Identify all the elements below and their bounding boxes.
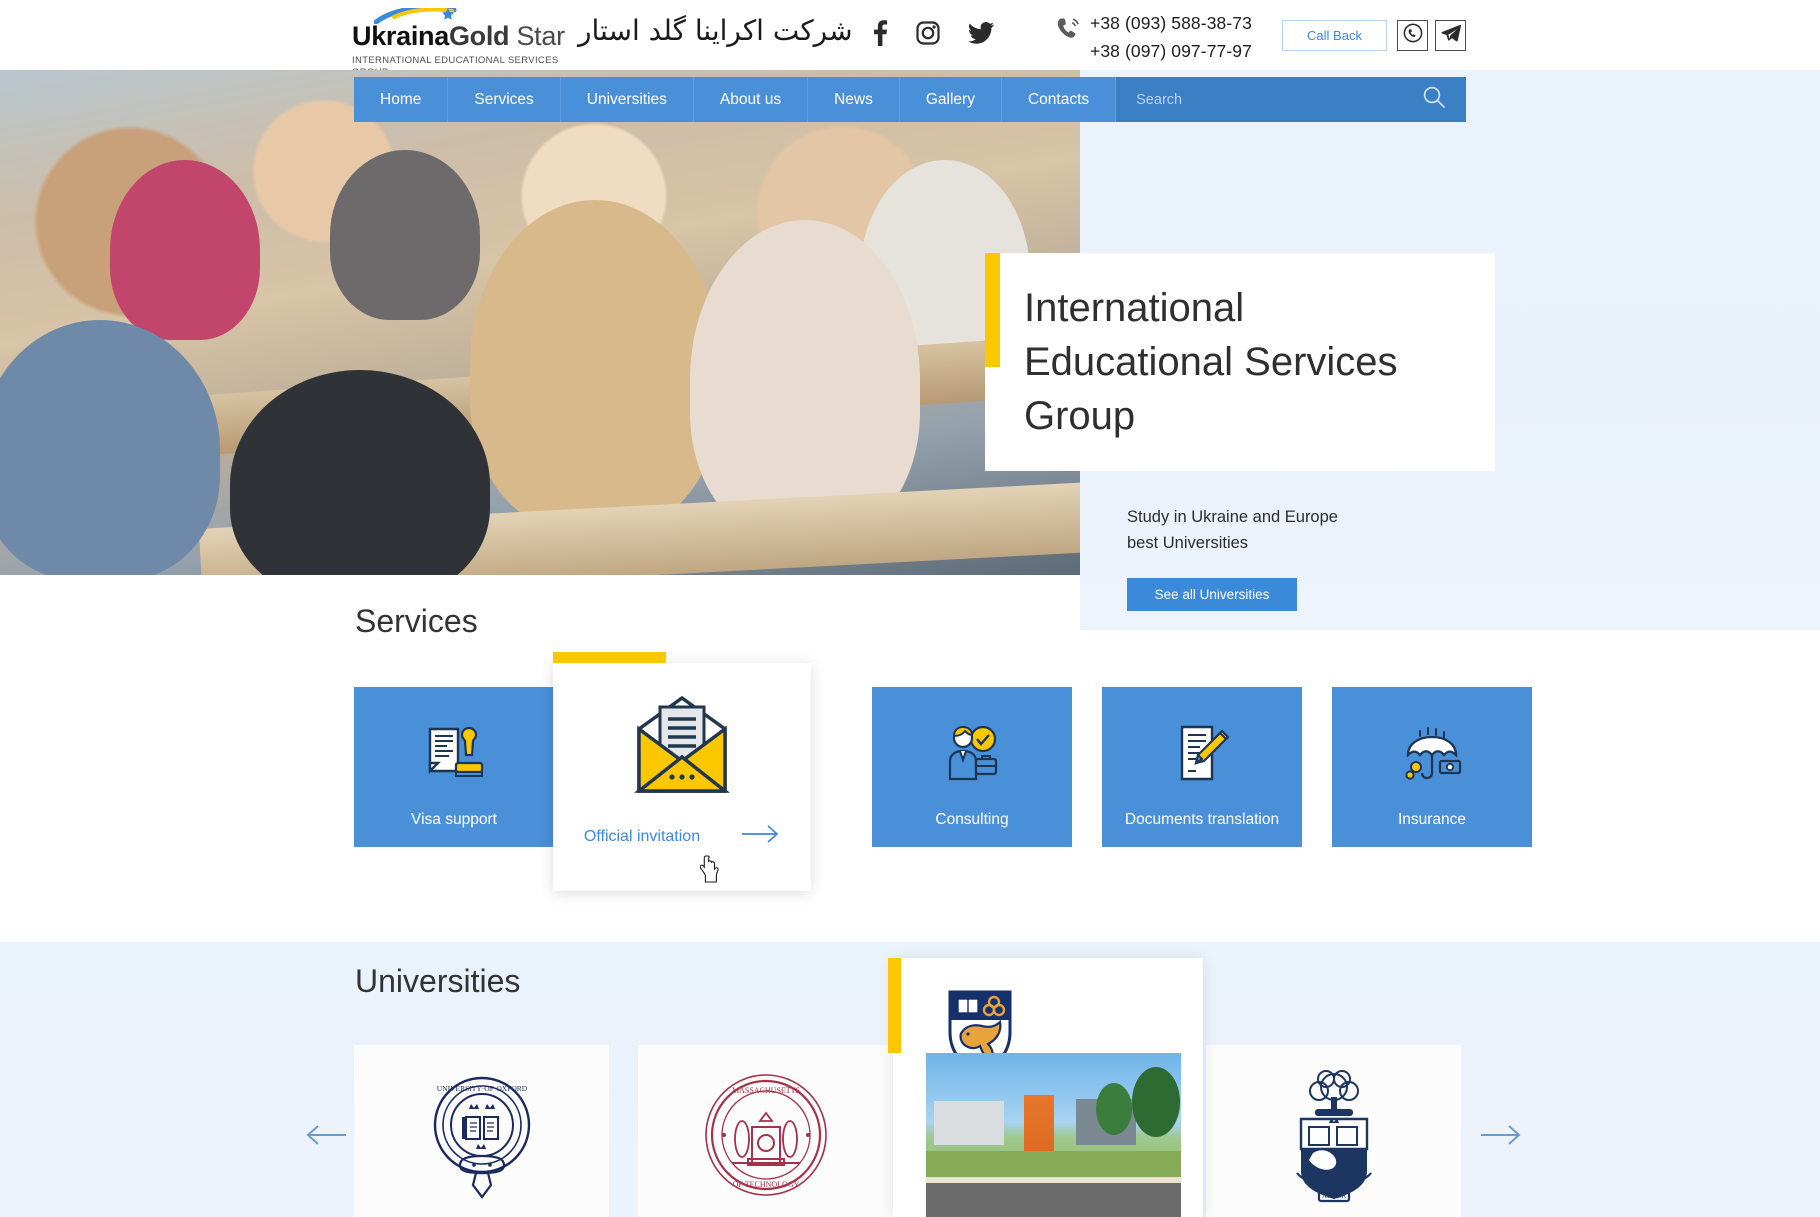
logo-word-star: Star [509,21,565,51]
hero-subtitle: Study in Ukraine and Europe best Univers… [1127,504,1338,556]
facebook-icon[interactable] [872,20,888,46]
service-label-visa-support: Visa support [411,811,497,828]
hero-subtitle-line-2: best Universities [1127,534,1249,552]
logo-wordmark: UkrainaGold Star [352,21,565,52]
university-card-toronto[interactable]: ARBOR [1206,1045,1461,1217]
logo-swoosh-icon [374,8,464,24]
service-accent-bar [553,652,666,663]
site-header: UkrainaGold Star INTERNATIONAL EDUCATION… [0,0,1820,78]
header-phone-numbers: +38 (093) 588-38-73 +38 (097) 097-77-97 [1090,9,1252,65]
service-card-official-invitation[interactable]: Official invitation [553,652,811,891]
see-all-universities-button[interactable]: See all Universities [1127,578,1297,611]
consultant-icon [940,723,1004,785]
document-pencil-icon [1170,723,1234,785]
service-label-consulting: Consulting [935,811,1009,828]
logo-word-gold: Gold [448,21,510,51]
telegram-button[interactable] [1435,20,1466,51]
service-label-official-invitation: Official invitation [583,827,701,845]
instagram-icon[interactable] [916,21,940,45]
hero-title-line-1: International [1024,286,1245,330]
service-label-documents-translation: Documents translation [1124,811,1280,828]
svg-text:MASSACHUSETTS: MASSACHUSETTS [731,1086,799,1095]
arabic-company-name: شرکت اکراینا گلد استار [578,14,853,47]
search-container [1116,77,1466,122]
nav-item-universities[interactable]: Universities [561,77,694,122]
hero-subtitle-line-1: Study in Ukraine and Europe [1127,508,1338,526]
services-card-row: Visa support Consulting Documents transl… [354,687,1532,847]
mit-seal-icon: MASSACHUSETTS OF TECHNOLOGY [702,1071,830,1204]
hero-title-line-2: Educational Services [1024,340,1398,384]
university-card-mit[interactable]: MASSACHUSETTS OF TECHNOLOGY [638,1045,893,1217]
svg-text:ARBOR: ARBOR [1321,1192,1345,1200]
twitter-icon[interactable] [968,22,994,44]
toronto-crest-icon: ARBOR [1279,1065,1389,1210]
service-arrow-icon[interactable] [742,824,780,849]
main-navigation: Home Services Universities About us News… [354,77,1466,122]
search-icon[interactable] [1422,85,1446,114]
hero-title-card: International Educational Services Group [985,253,1495,471]
universities-prev-arrow-icon[interactable] [305,1123,347,1152]
nav-item-news[interactable]: News [808,77,900,122]
nav-item-gallery[interactable]: Gallery [900,77,1002,122]
nav-item-services[interactable]: Services [448,77,561,122]
hero-title-line-3: Group [1024,394,1136,438]
call-back-button[interactable]: Call Back [1282,20,1387,51]
phone-number-2[interactable]: +38 (097) 097-77-97 [1090,37,1252,65]
svg-text:UNIVERSITY·OF·OXFORD: UNIVERSITY·OF·OXFORD [436,1084,527,1093]
hero-photo [0,70,1080,575]
service-card-consulting[interactable]: Consulting [872,687,1072,847]
hero-section: International Educational Services Group… [0,70,1820,679]
logo-word-ukraina: Ukraina [352,21,449,51]
social-links [872,20,994,46]
service-active-footer: Official invitation [584,824,780,849]
service-card-documents-translation[interactable]: Documents translation [1102,687,1302,847]
whatsapp-icon [1403,23,1423,48]
university-accent-bar [888,958,901,1053]
site-logo[interactable]: UkrainaGold Star INTERNATIONAL EDUCATION… [352,8,565,79]
service-label-insurance: Insurance [1397,811,1467,828]
nav-item-home[interactable]: Home [354,77,449,122]
hero-title: International Educational Services Group [1024,281,1398,443]
search-input[interactable] [1136,91,1297,108]
university-card-nus-hovered[interactable] [888,958,1203,1217]
envelope-icon [622,695,742,804]
universities-next-arrow-icon[interactable] [1480,1123,1522,1152]
umbrella-money-icon [1400,723,1464,785]
universities-heading: Universities [355,963,521,999]
svg-text:OF TECHNOLOGY: OF TECHNOLOGY [732,1180,799,1189]
nav-item-about-us[interactable]: About us [694,77,809,122]
nav-item-contacts[interactable]: Contacts [1002,77,1117,122]
page-root: UkrainaGold Star INTERNATIONAL EDUCATION… [0,0,1820,1217]
university-card-oxford[interactable]: UNIVERSITY·OF·OXFORD [354,1045,609,1217]
phone-number-1[interactable]: +38 (093) 588-38-73 [1090,9,1252,37]
telegram-icon [1440,24,1461,47]
nus-campus-photo [926,1053,1181,1217]
oxford-crest-icon: UNIVERSITY·OF·OXFORD [422,1065,542,1210]
service-card-visa-support[interactable]: Visa support [354,687,554,847]
hero-accent-bar [985,253,1000,367]
phone-icon [1055,16,1081,47]
document-stamp-icon [422,723,486,785]
services-heading: Services [355,603,478,639]
whatsapp-button[interactable] [1397,20,1428,51]
service-card-insurance[interactable]: Insurance [1332,687,1532,847]
